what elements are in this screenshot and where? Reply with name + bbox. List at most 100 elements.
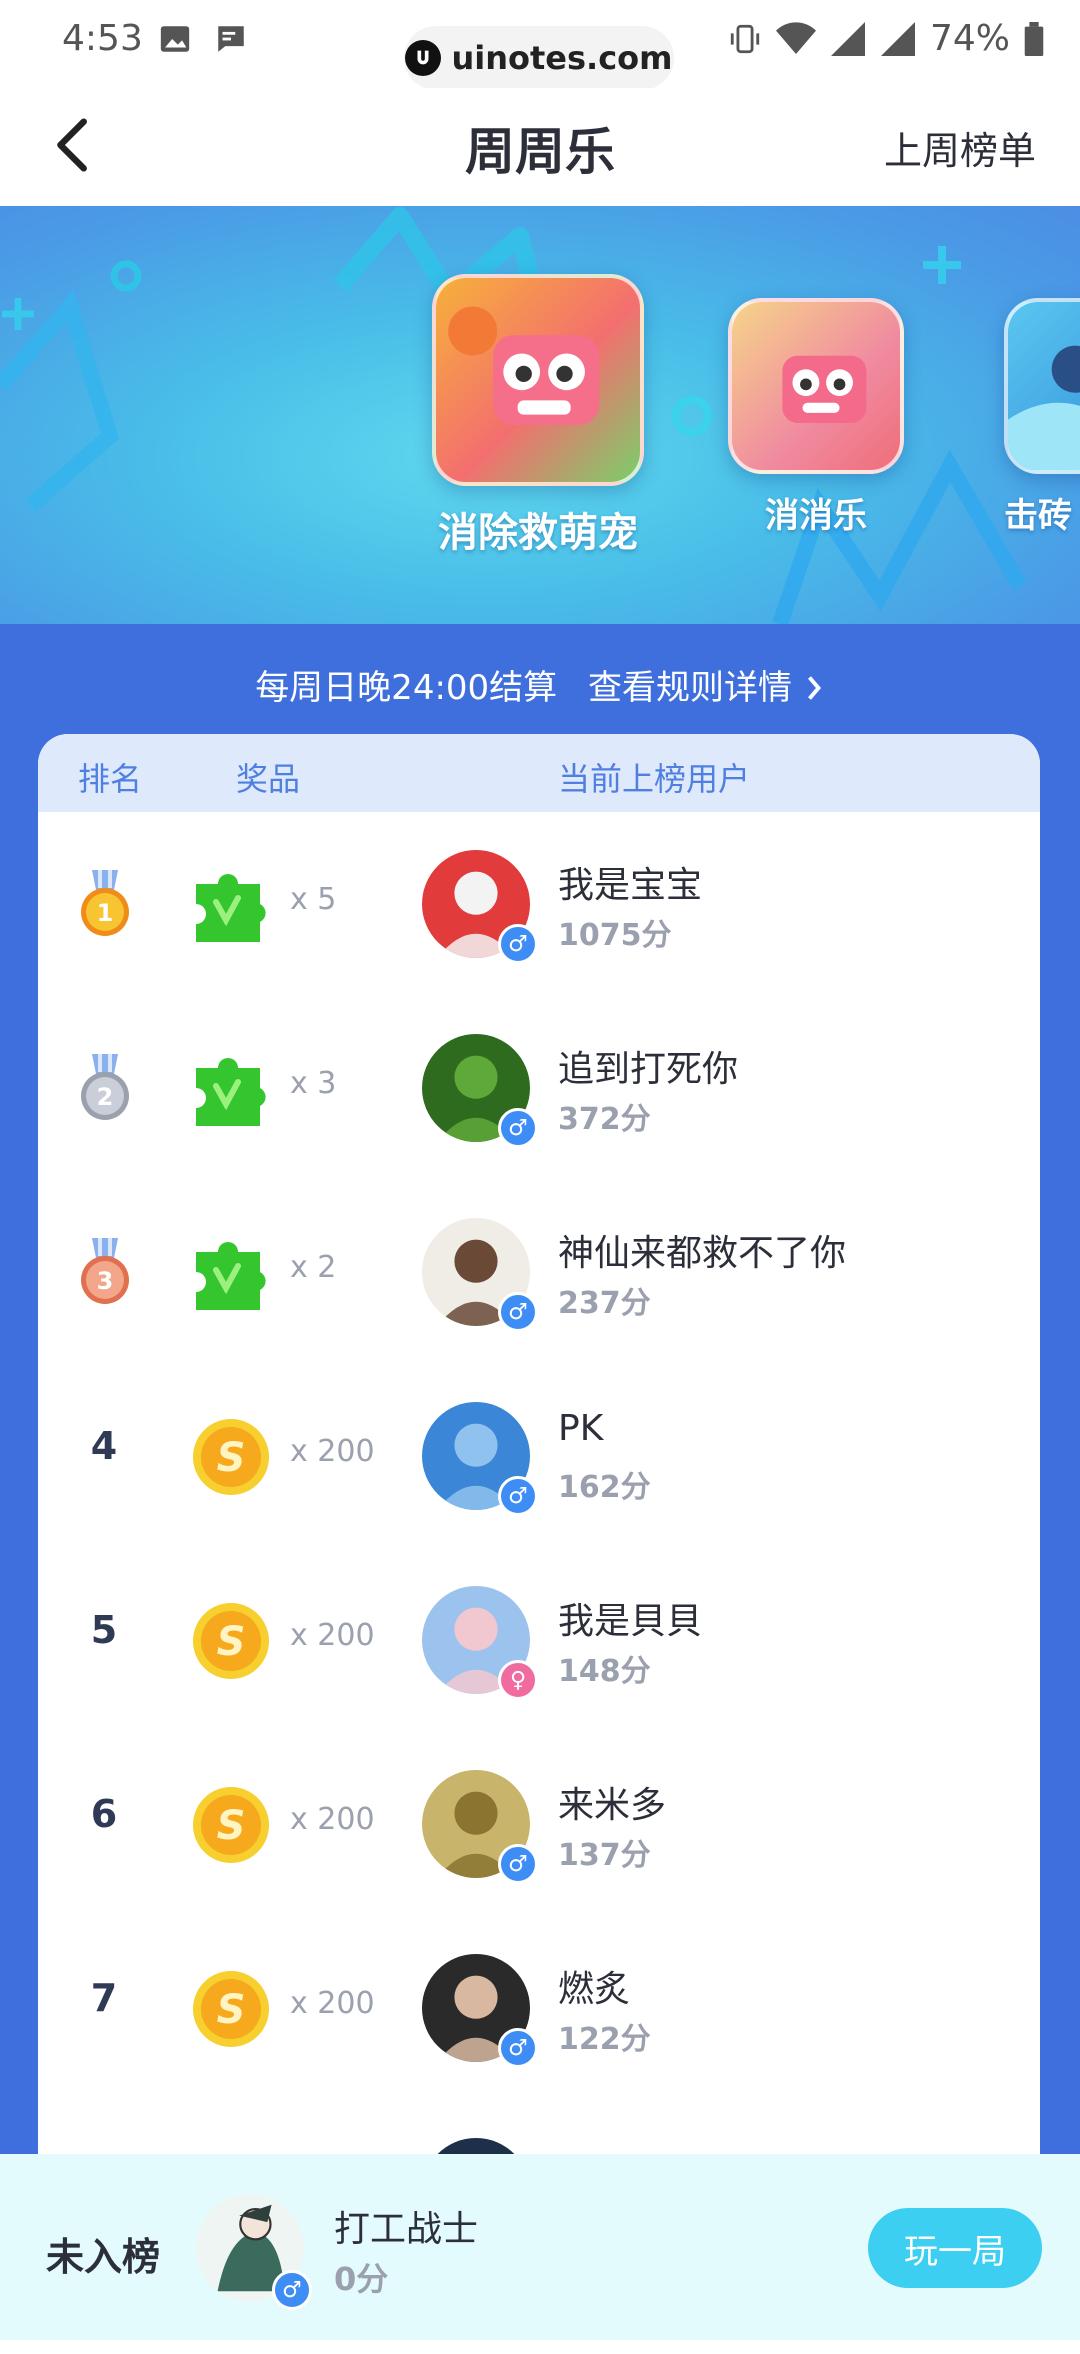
game-art-2	[782, 355, 867, 423]
uinotes-logo-icon	[405, 40, 442, 76]
settlement-info: 每周日晚24:00结算 查看规则详情	[0, 660, 1080, 709]
svg-text:S: S	[217, 1987, 246, 2033]
game-art-1	[448, 306, 600, 425]
game-thumbnail-2	[728, 298, 904, 474]
svg-text:S: S	[217, 1619, 246, 1665]
my-gender-icon: ♂	[272, 2270, 312, 2310]
user-score: 162分	[558, 1470, 651, 1505]
ranking-row[interactable]: 4 S x 200 ♂ PK 162分	[38, 1364, 1040, 1548]
game-thumbnail-3	[1004, 298, 1080, 474]
rank-medal-icon: 1	[81, 870, 129, 936]
header-rank: 排名	[78, 760, 143, 798]
chevron-right-icon	[807, 676, 821, 700]
rank-number: 7	[90, 1976, 118, 2020]
ranking-table-header: 排名 奖品 当前上榜用户	[38, 734, 1040, 812]
my-nickname: 打工战士	[334, 2209, 479, 2250]
signal-icon-2	[880, 21, 915, 56]
svg-text:S: S	[217, 1435, 246, 1481]
ranking-row[interactable]: 3 x 2 ♂ 神仙来都救不了你 237分	[38, 1180, 1040, 1364]
user-nickname: 来米多	[558, 1785, 667, 1826]
user-nickname: 我是宝宝	[558, 865, 703, 906]
prize-quantity: x 200	[290, 1802, 375, 1837]
user-nickname: PK	[558, 1408, 604, 1449]
rules-link[interactable]: 查看规则详情	[588, 668, 825, 708]
prize-quantity: x 200	[290, 1986, 375, 2021]
ranking-row[interactable]: 7 S x 200 ♂ 燃炙 122分	[38, 1916, 1040, 2100]
status-time: 4:53	[62, 18, 143, 59]
game-card-2[interactable]: 消消乐	[728, 298, 904, 537]
game-art-3	[1008, 345, 1080, 470]
rules-link-label: 查看规则详情	[587, 668, 792, 708]
puzzle-piece-icon	[196, 874, 266, 942]
my-rank-status: 未入榜	[46, 2235, 161, 2279]
user-nickname: 神仙来都救不了你	[558, 1233, 847, 1274]
puzzle-piece-icon	[196, 1058, 266, 1126]
url-pill: uinotes.com	[404, 26, 674, 90]
rank-medal-icon: 3	[81, 1238, 129, 1304]
gender-icon: ♂	[498, 1108, 538, 1148]
vibrate-icon	[730, 24, 760, 53]
puzzle-piece-icon	[196, 1242, 266, 1310]
game-name-2: 消消乐	[765, 496, 867, 536]
prize-quantity: x 2	[290, 1250, 337, 1285]
user-nickname: 燃炙	[558, 1969, 631, 2010]
url-text: uinotes.com	[451, 39, 673, 77]
battery-icon	[1024, 21, 1044, 56]
rank-medal-number: 1	[97, 899, 114, 927]
my-rank-bar: 未入榜 ♂ 打工战士 0分 玩一局	[0, 2154, 1080, 2340]
ranking-row[interactable]: 6 S x 200 ♂ 来米多 137分	[38, 1732, 1040, 1916]
svg-text:S: S	[217, 1803, 246, 1849]
user-nickname: 我是貝貝	[558, 1601, 703, 1642]
battery-percent: 74%	[929, 18, 1010, 59]
wifi-icon	[775, 21, 816, 54]
ranking-card: 排名 奖品 当前上榜用户 1 x 5 ♂ 我是宝宝 1075分 2 x 3 ♂ …	[38, 734, 1040, 2354]
ranking-row[interactable]: 5 S x 200 ♀ 我是貝貝 148分	[38, 1548, 1040, 1732]
prize-quantity: x 5	[290, 882, 337, 917]
user-score: 237分	[558, 1286, 651, 1321]
gender-icon: ♀	[498, 1660, 538, 1700]
play-round-button[interactable]: 玩一局	[868, 2208, 1042, 2288]
coin-icon: S	[193, 1419, 269, 1495]
gender-icon: ♂	[498, 1844, 538, 1884]
gender-icon: ♂	[498, 1292, 538, 1332]
prize-quantity: x 3	[290, 1066, 337, 1101]
last-week-ranking-link[interactable]: 上周榜单	[884, 120, 1036, 175]
user-score: 122分	[558, 2022, 651, 2057]
gender-icon: ♂	[498, 924, 538, 964]
ranking-row[interactable]: 2 x 3 ♂ 追到打死你 372分	[38, 996, 1040, 1180]
user-score: 137分	[558, 1838, 651, 1873]
app-header: 周周乐 上周榜单	[0, 88, 1080, 206]
coin-icon: S	[193, 1971, 269, 2047]
rank-number: 5	[90, 1608, 118, 1652]
coin-icon: S	[193, 1787, 269, 1863]
rank-medal-number: 2	[97, 1083, 114, 1111]
gender-icon: ♂	[498, 2028, 538, 2068]
settlement-time-text: 每周日晚24:00结算	[255, 668, 558, 708]
header-user: 当前上榜用户	[558, 760, 751, 798]
prize-quantity: x 200	[290, 1434, 375, 1469]
message-notification-icon	[218, 26, 244, 52]
coin-icon: S	[193, 1603, 269, 1679]
status-bar: 4:53 uinotes.com 74%	[0, 0, 1080, 90]
prize-quantity: x 200	[290, 1618, 375, 1653]
game-banner: 消除救萌宠 消消乐 击砖	[0, 206, 1080, 624]
my-score: 0分	[334, 2260, 389, 2298]
rank-medal-icon: 2	[81, 1054, 129, 1120]
signal-icon	[830, 21, 865, 56]
user-score: 1075分	[558, 918, 672, 953]
game-name-3: 击砖	[1004, 496, 1072, 536]
game-name-1: 消除救萌宠	[438, 510, 638, 556]
game-card-1[interactable]: 消除救萌宠	[432, 274, 644, 558]
rank-number: 4	[90, 1424, 118, 1468]
ranking-row[interactable]: 1 x 5 ♂ 我是宝宝 1075分	[38, 812, 1040, 996]
rank-medal-number: 3	[97, 1267, 114, 1295]
user-score: 148分	[558, 1654, 651, 1689]
user-score: 372分	[558, 1102, 651, 1137]
game-thumbnail-1	[432, 274, 644, 486]
game-card-3[interactable]: 击砖	[1004, 298, 1080, 537]
header-prize: 奖品	[236, 760, 301, 798]
status-right: 74%	[728, 18, 1044, 59]
image-notification-icon	[160, 26, 190, 52]
user-nickname: 追到打死你	[558, 1049, 739, 1090]
rank-number: 6	[90, 1792, 118, 1836]
